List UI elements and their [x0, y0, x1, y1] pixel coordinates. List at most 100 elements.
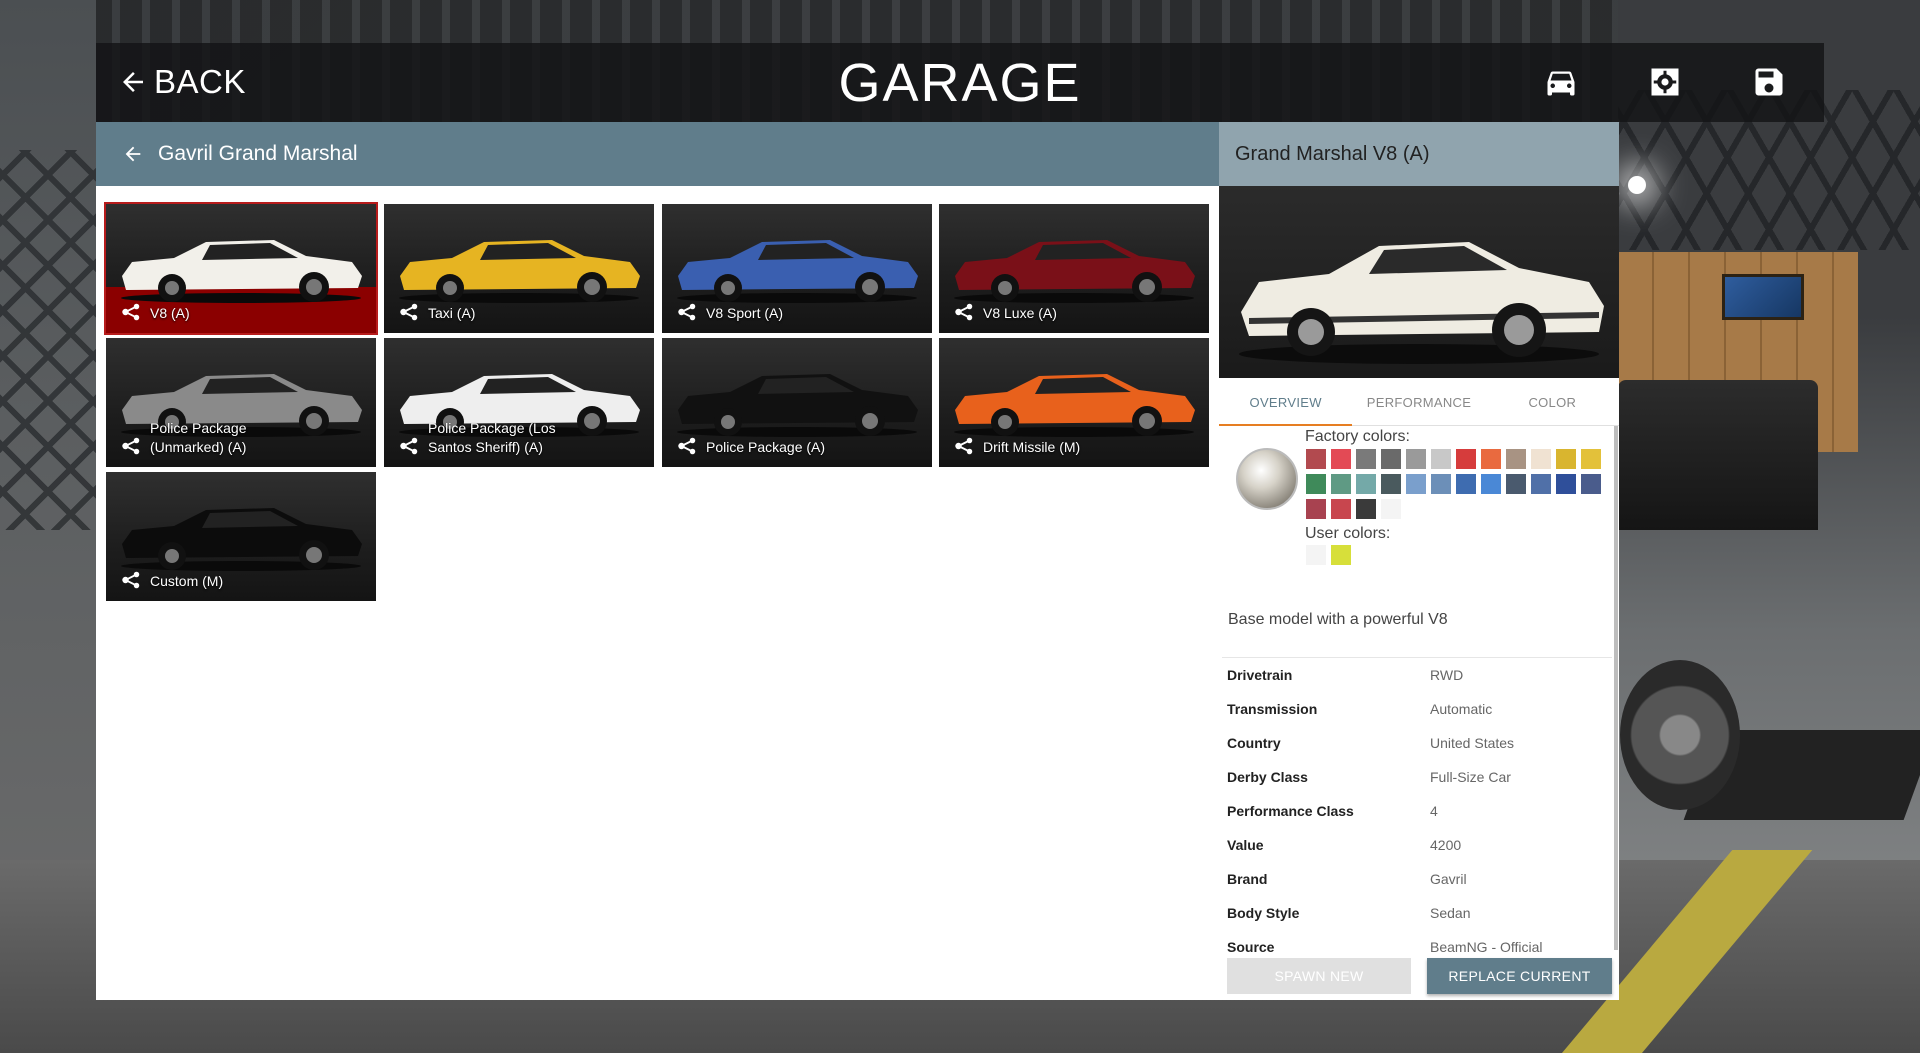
spec-key: Brand [1227, 871, 1268, 887]
spec-key: Transmission [1227, 701, 1318, 717]
sofa [1618, 380, 1818, 530]
share-icon [678, 437, 696, 455]
user-color-swatch[interactable] [1306, 545, 1326, 565]
spec-key: Value [1227, 837, 1264, 853]
color-swatch[interactable] [1531, 474, 1551, 494]
color-swatch[interactable] [1331, 499, 1351, 519]
detail-scrollbar[interactable] [1614, 426, 1618, 950]
color-swatch[interactable] [1506, 449, 1526, 469]
config-tile[interactable]: Drift Missile (M) [939, 338, 1209, 467]
tile-text: Taxi (A) [428, 305, 476, 321]
tile-text: V8 (A) [150, 305, 190, 321]
spec-key: Body Style [1227, 905, 1300, 921]
car-preview-icon [1239, 242, 1604, 364]
tile-label: V8 Sport (A) [676, 301, 783, 323]
config-tile[interactable]: V8 Luxe (A) [939, 204, 1209, 333]
tile-text: Custom (M) [150, 573, 224, 589]
color-swatch[interactable] [1431, 474, 1451, 494]
tile-label: V8 Luxe (A) [953, 301, 1057, 323]
tile-text: V8 Luxe (A) [983, 305, 1057, 321]
spec-key: Source [1227, 939, 1275, 955]
color-swatch[interactable] [1456, 474, 1476, 494]
save-icon[interactable] [1749, 62, 1789, 102]
color-swatch[interactable] [1456, 449, 1476, 469]
config-tile[interactable]: V8 Sport (A) [662, 204, 932, 333]
arrow-left-icon[interactable] [122, 143, 144, 165]
config-tile[interactable]: V8 (A) [104, 202, 378, 335]
color-swatch[interactable] [1581, 449, 1601, 469]
color-swatch[interactable] [1481, 474, 1501, 494]
tile-text: V8 Sport (A) [706, 305, 784, 321]
color-swatch[interactable] [1306, 474, 1326, 494]
divider [1222, 657, 1612, 658]
color-swatch[interactable] [1381, 449, 1401, 469]
tile-label: Drift Missile (M) [953, 435, 1080, 457]
color-swatch[interactable] [1531, 449, 1551, 469]
replace-current-button[interactable]: REPLACE CURRENT [1427, 958, 1612, 994]
color-swatch[interactable] [1381, 474, 1401, 494]
car-thumbnail-icon [121, 240, 362, 303]
config-tile[interactable]: Police Package (Los Santos Sheriff) (A) [384, 338, 654, 467]
color-swatch[interactable] [1381, 499, 1401, 519]
share-icon [400, 303, 418, 321]
share-icon [400, 437, 418, 455]
car-thumbnail-icon [677, 240, 918, 303]
tile-text: Police Package (Unmarked) (A) [150, 420, 247, 455]
color-swatch[interactable] [1306, 499, 1326, 519]
tile-label: V8 (A) [120, 301, 190, 323]
share-icon [122, 303, 140, 321]
share-icon [122, 571, 140, 589]
config-tile[interactable]: Police Package (A) [662, 338, 932, 467]
tab-overview[interactable]: OVERVIEW [1219, 380, 1353, 426]
config-preview-image [1219, 186, 1619, 378]
color-swatch[interactable] [1331, 449, 1351, 469]
tile-text: Police Package (A) [706, 439, 826, 455]
color-swatch[interactable] [1306, 449, 1326, 469]
car-thumbnail-icon [121, 508, 362, 571]
config-tile[interactable]: Taxi (A) [384, 204, 654, 333]
spec-key: Drivetrain [1227, 667, 1293, 683]
page-title: GARAGE [838, 53, 1082, 113]
color-swatch[interactable] [1581, 474, 1601, 494]
spec-value: BeamNG - Official [1430, 939, 1543, 955]
car-icon[interactable] [1541, 62, 1581, 102]
color-swatch[interactable] [1556, 449, 1576, 469]
tab-color[interactable]: COLOR [1486, 380, 1619, 425]
share-icon [678, 303, 696, 321]
gear-icon[interactable] [1645, 62, 1685, 102]
tile-text: Drift Missile (M) [983, 439, 1081, 455]
color-swatch[interactable] [1356, 499, 1376, 519]
spec-value: RWD [1430, 667, 1464, 683]
spawn-new-button[interactable]: SPAWN NEW [1227, 958, 1411, 994]
config-tile[interactable]: Police Package (Unmarked) (A) [106, 338, 376, 467]
spec-value: United States [1430, 735, 1515, 751]
color-swatch[interactable] [1481, 449, 1501, 469]
wheel-rim [1620, 660, 1740, 810]
tile-label: Police Package (Los Santos Sheriff) (A) [398, 419, 568, 457]
car-poster [1722, 274, 1804, 320]
back-button[interactable]: BACK [118, 60, 246, 104]
tile-label: Custom (M) [120, 569, 223, 591]
car-thumbnail-icon [954, 374, 1195, 437]
color-swatch[interactable] [1506, 474, 1526, 494]
color-swatch[interactable] [1431, 449, 1451, 469]
spec-key: Performance Class [1227, 803, 1354, 819]
detail-tabs: OVERVIEW PERFORMANCE COLOR [1219, 380, 1619, 426]
tile-text: Police Package (Los Santos Sheriff) (A) [428, 420, 556, 455]
config-title: Grand Marshal V8 (A) [1219, 122, 1619, 186]
user-color-swatch[interactable] [1331, 545, 1351, 565]
factory-colors-label: Factory colors: [1305, 428, 1410, 445]
tab-performance[interactable]: PERFORMANCE [1352, 380, 1485, 425]
color-swatch[interactable] [1406, 474, 1426, 494]
car-thumbnail-icon [954, 240, 1195, 303]
color-swatch[interactable] [1331, 474, 1351, 494]
spec-value: Sedan [1430, 905, 1471, 921]
share-icon [955, 437, 973, 455]
config-tile[interactable]: Custom (M) [106, 472, 376, 601]
color-swatch[interactable] [1406, 449, 1426, 469]
color-swatch[interactable] [1356, 474, 1376, 494]
user-colors-label: User colors: [1305, 525, 1391, 542]
color-swatch[interactable] [1356, 449, 1376, 469]
spec-value: Gavril [1430, 871, 1467, 887]
color-swatch[interactable] [1556, 474, 1576, 494]
